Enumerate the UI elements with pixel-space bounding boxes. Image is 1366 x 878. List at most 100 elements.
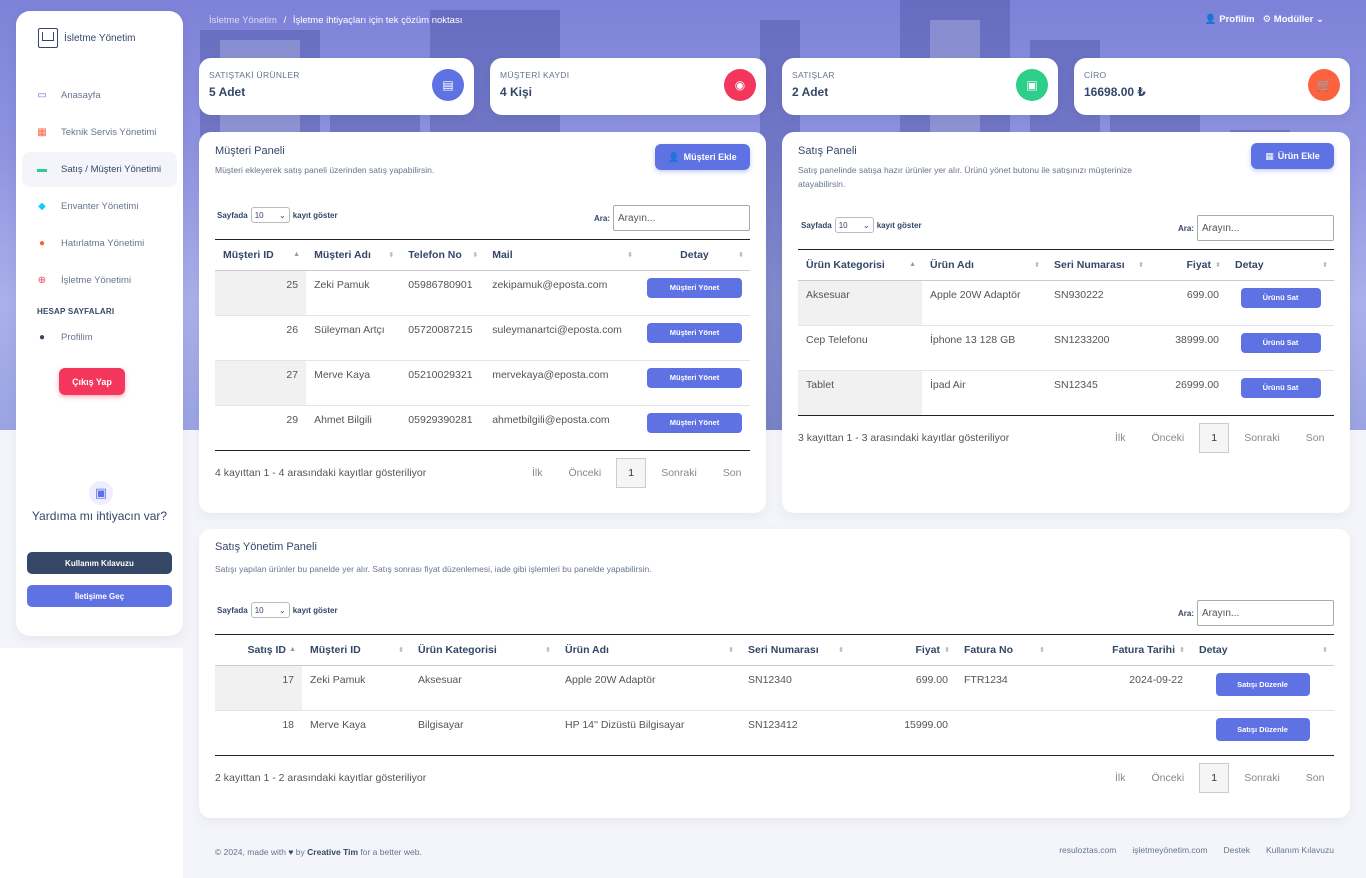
sell-product-button[interactable]: Ürünü Sat: [1240, 333, 1321, 353]
sell-product-button[interactable]: Ürünü Sat: [1240, 288, 1321, 308]
page-length: Sayfada 10 ⌄ kayıt göster: [217, 602, 338, 618]
sidebar-item-label: Anasayfa: [61, 90, 101, 101]
sidebar-item-sales-customers[interactable]: ▬ Satış / Müşteri Yönetimi: [22, 152, 177, 187]
cell-action: Müşteri Yönet: [638, 315, 750, 361]
calendar-icon: ▦: [37, 127, 47, 138]
user-icon: ●: [38, 332, 46, 343]
column-header[interactable]: Satış ID ▲: [215, 634, 302, 666]
panel-title: Satış Yönetim Paneli: [215, 541, 317, 553]
column-header[interactable]: Detay ⬍: [1227, 249, 1334, 281]
user-guide-button[interactable]: Kullanım Kılavuzu: [27, 552, 172, 574]
sort-icon: ⬍: [388, 252, 395, 259]
pager-last[interactable]: Son: [710, 467, 755, 479]
cell-id: 26: [215, 315, 307, 361]
cell-customer: Zeki Pamuk: [302, 665, 410, 711]
column-header[interactable]: Müşteri ID ⬍: [302, 634, 410, 666]
pager-current[interactable]: 1: [1199, 763, 1230, 793]
column-header[interactable]: Seri Numarası ⬍: [740, 634, 850, 666]
cell-name: Apple 20W Adaptör: [557, 665, 740, 711]
column-header[interactable]: Ürün Kategorisi ▲: [798, 249, 922, 281]
footer-link[interactable]: Kullanım Kılavuzu: [1266, 845, 1334, 855]
column-header[interactable]: Fiyat ⬍: [850, 634, 956, 666]
column-header[interactable]: Mail ⬍: [484, 239, 639, 271]
column-header[interactable]: Ürün Kategorisi ⬍: [410, 634, 557, 666]
pager-next[interactable]: Sonraki: [1231, 432, 1293, 444]
column-header[interactable]: Müşteri ID ▲: [215, 239, 307, 271]
page-length-select[interactable]: 10 ⌄: [250, 207, 290, 223]
column-header[interactable]: Seri Numarası ⬍: [1046, 249, 1150, 281]
add-product-button[interactable]: ▦ Ürün Ekle: [1251, 143, 1334, 169]
pager-prev[interactable]: Önceki: [1139, 432, 1198, 444]
sidebar-item-home[interactable]: ▭ Anasayfa: [22, 78, 177, 113]
logout-button[interactable]: Çıkış Yap: [59, 368, 125, 395]
sidebar-section-heading: HESAP SAYFALARI: [37, 307, 115, 316]
pager-first[interactable]: İlk: [1102, 432, 1139, 444]
search-input[interactable]: Arayın...: [1197, 215, 1335, 241]
cell-category: Bilgisayar: [410, 710, 557, 756]
cell-date: [1051, 710, 1191, 756]
sidebar-item-reminders[interactable]: ● Hatırlatma Yönetimi: [22, 226, 177, 261]
profile-menu[interactable]: 👤 Profilim: [1205, 14, 1255, 25]
cell-price: 15999.00: [850, 710, 956, 756]
table-row: Aksesuar Apple 20W Adaptör SN930222 699.…: [798, 280, 1334, 326]
pager-current[interactable]: 1: [1199, 423, 1230, 453]
footer-link[interactable]: işletmeyönetim.com: [1132, 845, 1207, 855]
pager-next[interactable]: Sonraki: [1231, 772, 1293, 784]
page-length-value: 10: [254, 210, 264, 220]
column-header[interactable]: Detay ⬍: [1191, 634, 1334, 666]
sidebar-item-technical-service[interactable]: ▦ Teknik Servis Yönetimi: [22, 115, 177, 150]
table-row: 26 Süleyman Artçı 05720087215 suleymanar…: [215, 315, 750, 361]
edit-sale-button[interactable]: Satışı Düzenle: [1215, 718, 1310, 741]
column-header[interactable]: Müşteri Adı ⬍: [306, 239, 401, 271]
cell-category: Cep Telefonu: [798, 325, 922, 371]
search-input[interactable]: Arayın...: [613, 205, 751, 231]
manage-customer-button[interactable]: Müşteri Yönet: [646, 413, 742, 433]
table-info: 3 kayıttan 1 - 3 arasındaki kayıtlar gös…: [798, 432, 1010, 444]
column-header[interactable]: Telefon No ⬍: [400, 239, 485, 271]
column-header[interactable]: Ürün Adı ⬍: [922, 249, 1046, 281]
column-header[interactable]: Ürün Adı ⬍: [557, 634, 740, 666]
sidebar-item-inventory[interactable]: ◆ Envanter Yönetimi: [22, 189, 177, 224]
pager-prev[interactable]: Önceki: [556, 467, 615, 479]
pager-next[interactable]: Sonraki: [648, 467, 710, 479]
brand[interactable]: İsletme Yönetim: [38, 28, 136, 48]
user-plus-icon: 👤: [668, 151, 680, 162]
add-customer-button[interactable]: 👤 Müşteri Ekle: [655, 144, 750, 170]
footer-link[interactable]: Destek: [1223, 845, 1249, 855]
sidebar-item-label: İşletme Yönetimi: [61, 275, 132, 286]
sell-product-button[interactable]: Ürünü Sat: [1240, 378, 1321, 398]
sidebar-item-label: Profilim: [61, 332, 93, 343]
footer-author-link[interactable]: Creative Tim: [307, 847, 358, 857]
sidebar-item-business[interactable]: ⊕ İşletme Yönetimi: [22, 263, 177, 298]
manage-customer-button[interactable]: Müşteri Yönet: [646, 368, 742, 388]
chevron-down-icon: ⌄: [862, 220, 870, 230]
customer-table: Müşteri ID ▲ Müşteri Adı ⬍ Telefon No ⬍ Mai…: [215, 239, 750, 451]
column-header[interactable]: Fatura No ⬍: [956, 634, 1051, 666]
modules-menu[interactable]: ⚙ Modüller ⌄: [1263, 14, 1324, 25]
pager-last[interactable]: Son: [1293, 772, 1338, 784]
search-input[interactable]: Arayın...: [1197, 600, 1335, 626]
edit-sale-button[interactable]: Satışı Düzenle: [1215, 673, 1310, 696]
manage-customer-button[interactable]: Müşteri Yönet: [646, 323, 742, 343]
pager-first[interactable]: İlk: [519, 467, 556, 479]
cell-id: 17: [215, 665, 302, 711]
monitor-icon: ▭: [37, 90, 47, 101]
contact-button[interactable]: İletişime Geç: [27, 585, 172, 607]
manage-customer-button[interactable]: Müşteri Yönet: [646, 278, 742, 298]
pager-last[interactable]: Son: [1293, 432, 1338, 444]
cell-action: Ürünü Sat: [1227, 370, 1334, 416]
column-header[interactable]: Fiyat ⬍: [1150, 249, 1227, 281]
pager-current[interactable]: 1: [616, 458, 647, 488]
footer-link[interactable]: resuloztas.com: [1059, 845, 1116, 855]
column-header-label: Ürün Adı: [930, 259, 974, 271]
cell-phone: 05720087215: [400, 315, 485, 361]
pager-first[interactable]: İlk: [1102, 772, 1139, 784]
page-length-select[interactable]: 10 ⌄: [250, 602, 290, 618]
sidebar-item-profile[interactable]: ● Profilim: [22, 320, 177, 355]
column-header[interactable]: Fatura Tarihi ⬍: [1051, 634, 1191, 666]
page-length-select[interactable]: 10 ⌄: [834, 217, 874, 233]
column-header[interactable]: Detay ⬍: [638, 239, 750, 271]
stat-card-products: SATIŞTAKİ ÜRÜNLER 5 Adet ▤: [199, 58, 474, 115]
breadcrumb-root[interactable]: İsletme Yönetim: [209, 15, 277, 26]
pager-prev[interactable]: Önceki: [1139, 772, 1198, 784]
